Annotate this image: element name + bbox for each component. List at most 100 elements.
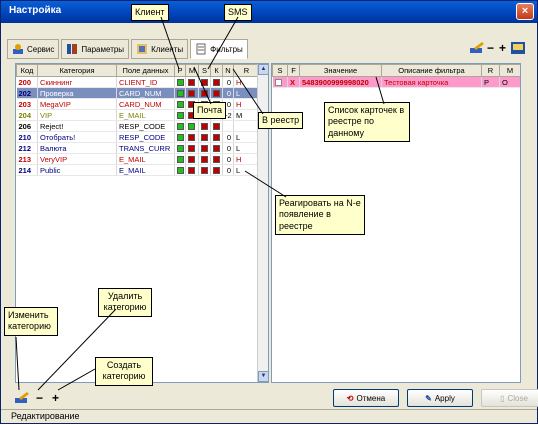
cancel-icon: ⟲ bbox=[346, 393, 354, 403]
flag-cell[interactable] bbox=[198, 164, 211, 176]
table-row[interactable]: 212 Валюта TRANS_CURR 0 L bbox=[16, 142, 260, 154]
category-name-cell: Reject! bbox=[37, 120, 117, 132]
flag-cell[interactable] bbox=[210, 153, 223, 165]
flag-cell[interactable] bbox=[198, 87, 211, 99]
clients-icon bbox=[136, 43, 148, 55]
delete-category-icon[interactable]: − bbox=[36, 391, 43, 405]
filter-row[interactable]: X 5483900999998020 Тестовая карточка P O bbox=[272, 76, 520, 88]
table-row[interactable]: 206 Reject! RESP_CODE bbox=[16, 120, 260, 132]
col-m[interactable]: М bbox=[185, 64, 199, 77]
category-n-cell: 0 bbox=[222, 164, 234, 176]
category-code-cell: 202 bbox=[16, 87, 38, 99]
table-row[interactable]: 213 VeryVIP E_MAIL 0 H bbox=[16, 153, 260, 165]
category-name-cell: MegaVIP bbox=[37, 98, 117, 110]
flag-cell[interactable] bbox=[198, 120, 211, 132]
col-filter-s[interactable]: S bbox=[272, 64, 288, 77]
close-window-button[interactable]: × bbox=[516, 3, 534, 20]
flag-cell[interactable] bbox=[185, 164, 199, 176]
col-filter-m[interactable]: M bbox=[499, 64, 520, 77]
apply-button[interactable]: ✎ Apply bbox=[407, 389, 473, 407]
col-n[interactable]: N bbox=[222, 64, 234, 77]
flag-off-indicator bbox=[188, 167, 195, 175]
col-filter-value[interactable]: Значение bbox=[299, 64, 382, 77]
flag-off-indicator bbox=[188, 156, 195, 164]
col-filter-desc[interactable]: Описание фильтра bbox=[381, 64, 482, 77]
flag-cell[interactable] bbox=[174, 120, 186, 132]
table-row[interactable]: 210 Отобрать! RESP_CODE 0 L bbox=[16, 131, 260, 143]
col-code[interactable]: Код bbox=[16, 64, 38, 77]
flag-off-indicator bbox=[213, 123, 220, 131]
col-k[interactable]: К bbox=[210, 64, 223, 77]
remove-filter-icon[interactable]: − bbox=[487, 41, 494, 55]
category-field-cell: E_MAIL bbox=[116, 164, 175, 176]
flag-cell[interactable] bbox=[210, 142, 223, 154]
flag-off-indicator bbox=[201, 156, 208, 164]
flag-off-indicator bbox=[188, 90, 195, 98]
callout-client: Клиент bbox=[131, 4, 169, 22]
table-row[interactable]: 214 Public E_MAIL 0 L bbox=[16, 164, 260, 176]
tab-clients[interactable]: Клиенты bbox=[131, 39, 189, 59]
flag-cell[interactable] bbox=[174, 98, 186, 110]
flag-cell[interactable] bbox=[174, 164, 186, 176]
category-name-cell: VeryVIP bbox=[37, 153, 117, 165]
cancel-button[interactable]: ⟲ Отмена bbox=[333, 389, 399, 407]
flag-cell[interactable] bbox=[174, 153, 186, 165]
add-filter-icon[interactable]: + bbox=[499, 41, 506, 55]
flag-off-indicator bbox=[213, 90, 220, 98]
filter-s-cell[interactable] bbox=[272, 76, 288, 88]
flag-cell[interactable] bbox=[210, 120, 223, 132]
edit-filter-icon[interactable] bbox=[469, 42, 484, 54]
scroll-down-button[interactable]: ▼ bbox=[258, 371, 268, 382]
categories-header: Код Категория Поле данных Р М S К N R bbox=[16, 64, 260, 77]
table-row[interactable]: 202 Проверка CARD_NUM 0 L bbox=[16, 87, 260, 99]
category-field-cell: RESP_CODE bbox=[116, 131, 175, 143]
col-s[interactable]: S bbox=[198, 64, 211, 77]
flag-cell[interactable] bbox=[185, 76, 199, 88]
tab-filters[interactable]: Фильтры bbox=[190, 39, 248, 59]
export-icon[interactable] bbox=[511, 42, 525, 54]
col-category[interactable]: Категория bbox=[37, 64, 117, 77]
flag-cell[interactable] bbox=[174, 87, 186, 99]
col-r[interactable]: R bbox=[233, 64, 260, 77]
flag-cell[interactable] bbox=[174, 131, 186, 143]
flag-cell[interactable] bbox=[198, 76, 211, 88]
category-field-cell: E_MAIL bbox=[116, 109, 175, 121]
categories-body: 200 Скиннинг CLIENT_ID 0 H 202 Проверка CARD_NU… bbox=[16, 76, 260, 176]
create-category-icon[interactable]: + bbox=[52, 391, 59, 405]
category-n-cell bbox=[222, 120, 234, 132]
flag-cell[interactable] bbox=[185, 87, 199, 99]
flag-cell[interactable] bbox=[210, 131, 223, 143]
flag-cell[interactable] bbox=[198, 142, 211, 154]
scroll-up-button[interactable]: ▲ bbox=[258, 64, 268, 75]
flag-cell[interactable] bbox=[210, 76, 223, 88]
flag-cell[interactable] bbox=[174, 142, 186, 154]
flag-on-indicator bbox=[177, 90, 184, 98]
flag-cell[interactable] bbox=[185, 153, 199, 165]
flag-off-indicator bbox=[201, 145, 208, 153]
col-filter-r[interactable]: R bbox=[481, 64, 500, 77]
callout-edit: Изменить категорию bbox=[4, 307, 58, 336]
flag-cell[interactable] bbox=[174, 109, 186, 121]
flag-off-indicator bbox=[213, 79, 220, 87]
edit-category-icon[interactable] bbox=[15, 392, 29, 404]
flag-cell[interactable] bbox=[210, 164, 223, 176]
flag-cell[interactable] bbox=[185, 120, 199, 132]
parameters-icon bbox=[66, 43, 78, 55]
flag-cell[interactable] bbox=[174, 76, 186, 88]
category-r-cell: M bbox=[233, 109, 260, 121]
flag-cell[interactable] bbox=[185, 131, 199, 143]
col-filter-f[interactable]: F bbox=[287, 64, 300, 77]
flag-cell[interactable] bbox=[185, 142, 199, 154]
flag-cell[interactable] bbox=[198, 153, 211, 165]
col-p[interactable]: Р bbox=[174, 64, 186, 77]
tab-parameters[interactable]: Параметры bbox=[61, 39, 130, 59]
flag-cell[interactable] bbox=[210, 87, 223, 99]
close-button[interactable]: ▯ Close bbox=[481, 389, 538, 407]
tab-parameters-label: Параметры bbox=[81, 44, 125, 54]
col-field[interactable]: Поле данных bbox=[116, 64, 175, 77]
flag-cell[interactable] bbox=[198, 131, 211, 143]
tab-service[interactable]: Сервис bbox=[7, 39, 60, 59]
status-bar: Редактирование bbox=[1, 409, 537, 423]
table-row[interactable]: 200 Скиннинг CLIENT_ID 0 H bbox=[16, 76, 260, 88]
right-toolbar: − + bbox=[469, 41, 525, 55]
